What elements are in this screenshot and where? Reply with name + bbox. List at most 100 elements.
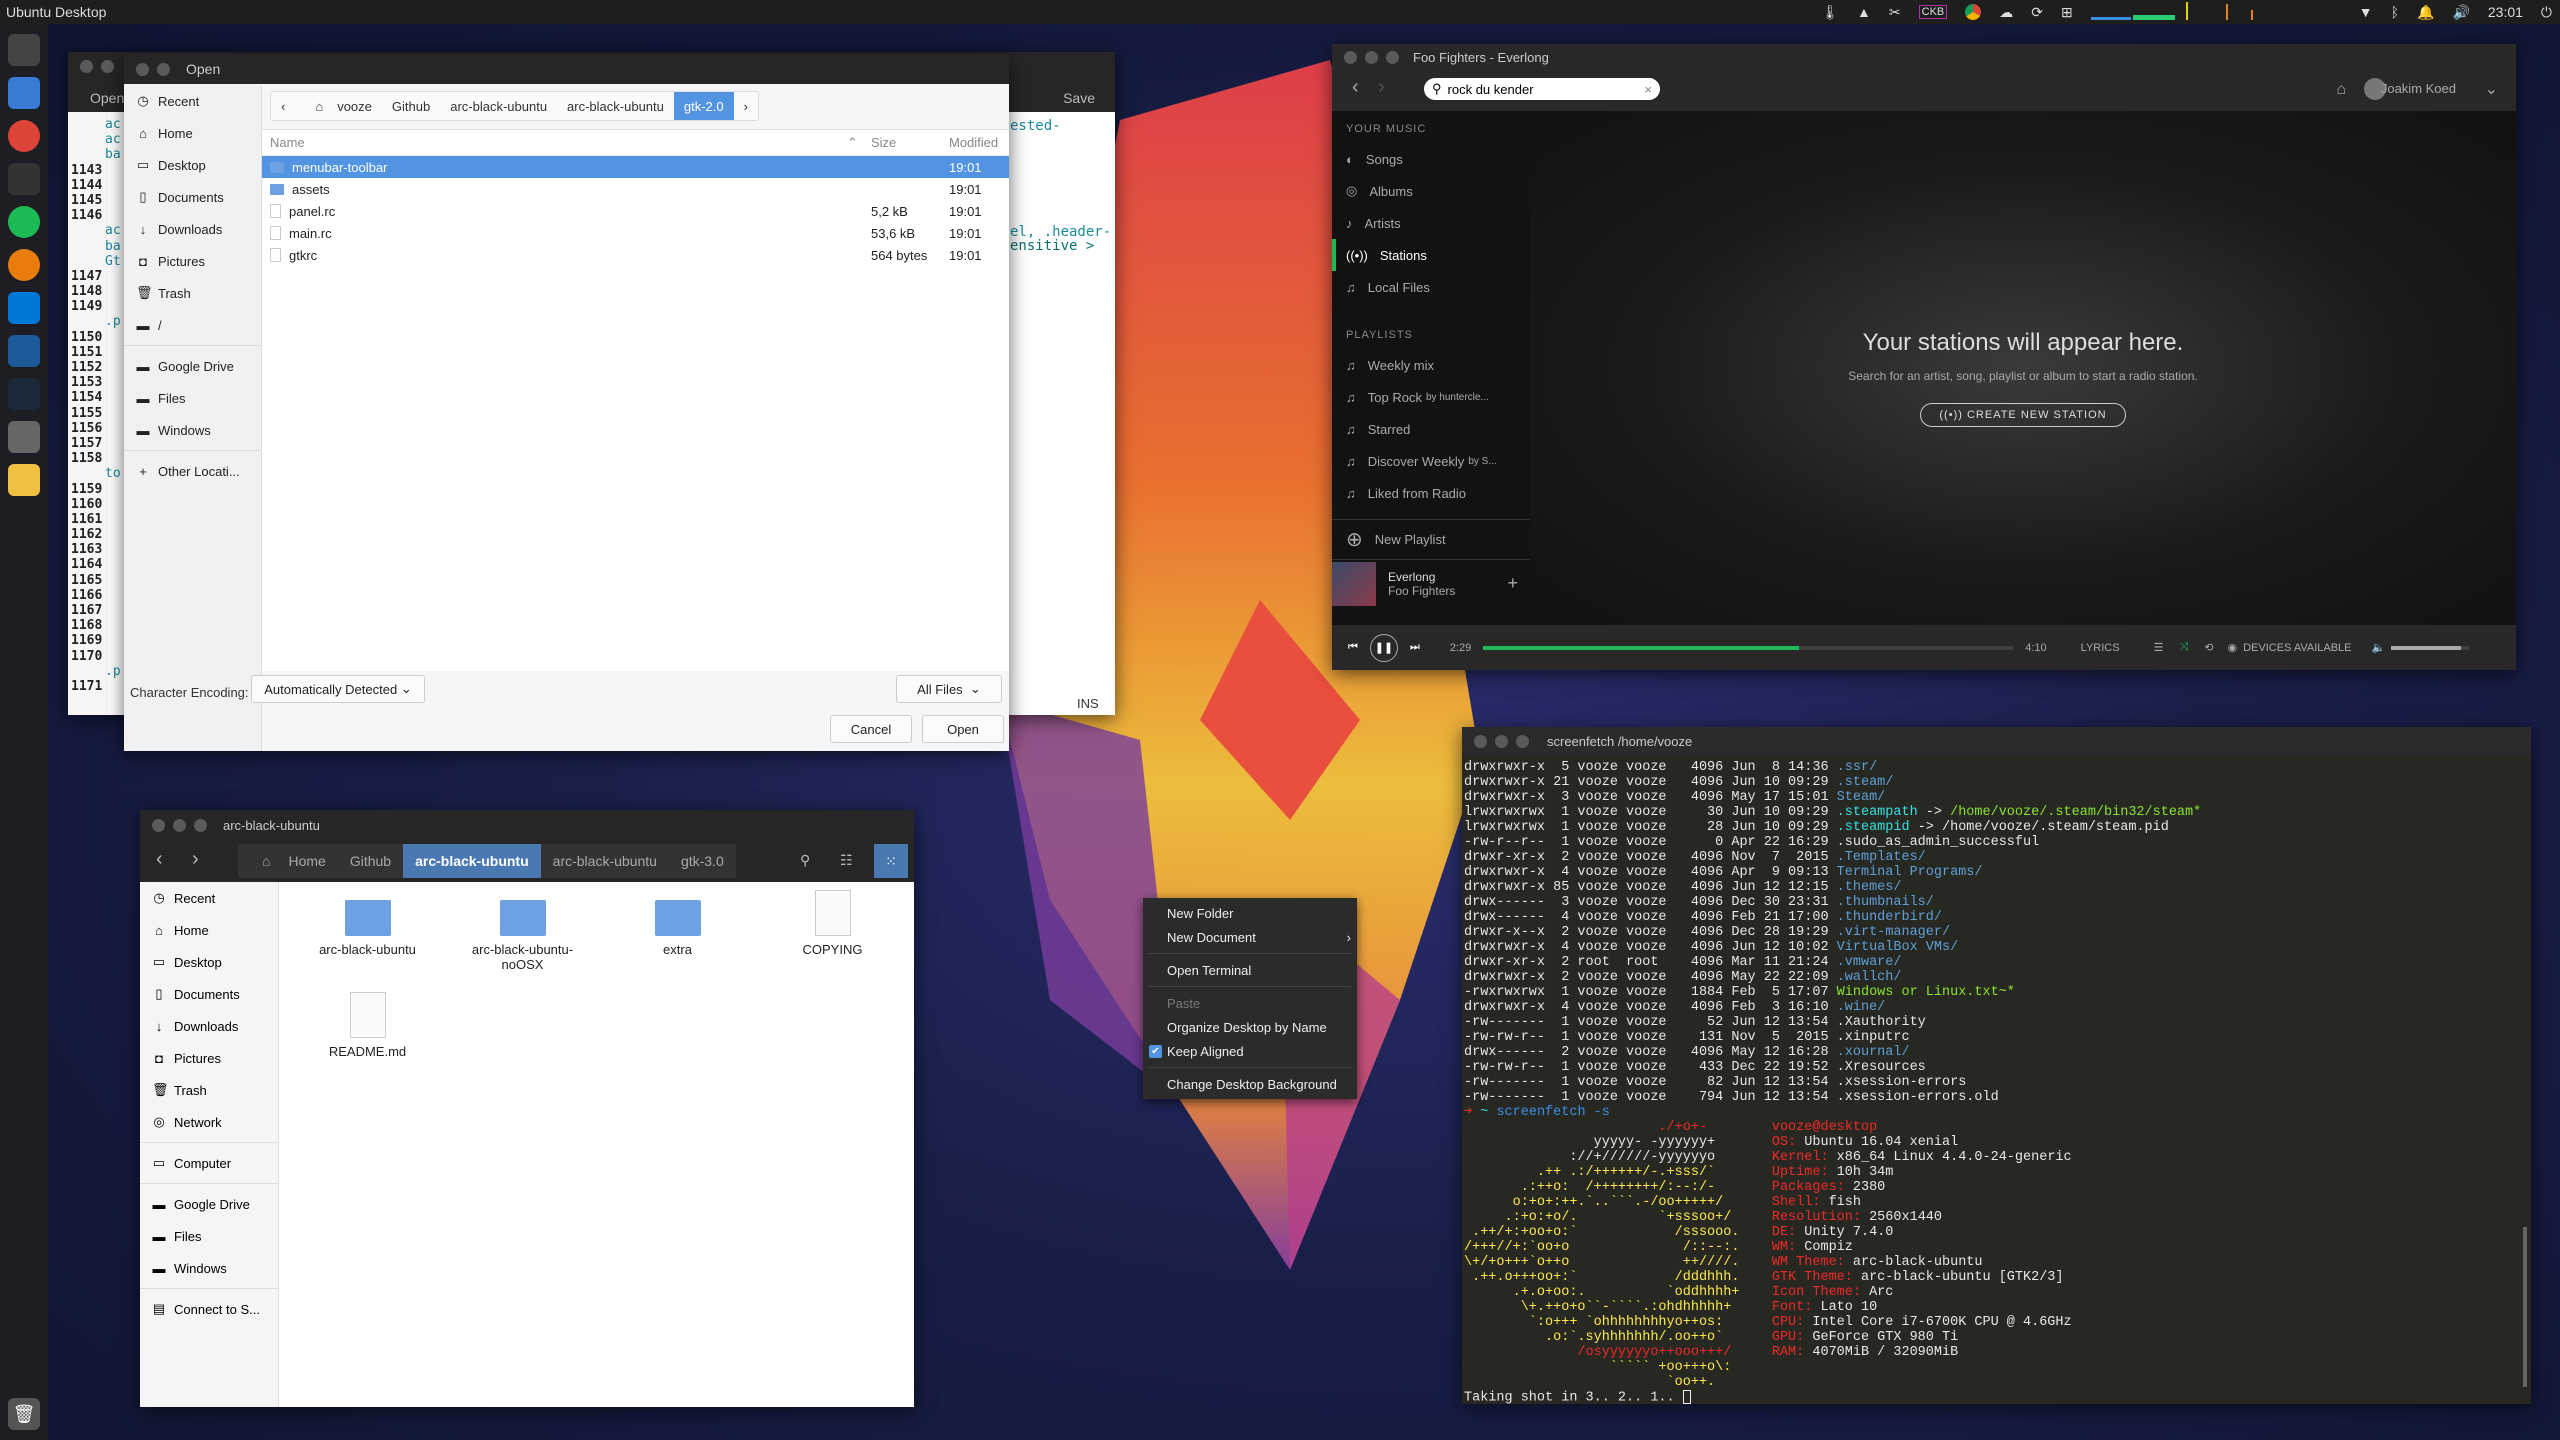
file-item[interactable]: extra [600, 890, 755, 972]
launcher-windows-icon[interactable] [8, 292, 40, 324]
path-segment[interactable]: Github [338, 844, 403, 878]
menu-item[interactable]: Open Terminal [1143, 958, 1357, 982]
files-window[interactable]: arc-black-ubuntu ‹ › ⌂ Home Github arc-blac… [140, 810, 914, 1407]
spotify-window[interactable]: Foo Fighters - Everlong ‹ › ⚲ rock du ken… [1332, 44, 2516, 670]
launcher-terminal-icon[interactable] [8, 163, 40, 195]
forward-icon[interactable]: › [192, 848, 199, 871]
sidebar-item[interactable]: ▬ / [124, 309, 261, 341]
clock[interactable]: 23:01 [2488, 4, 2523, 20]
launcher-chrome-icon[interactable] [8, 120, 40, 152]
sidebar-item-local-files[interactable]: ♫ Local Files [1332, 271, 1530, 303]
sidebar-item[interactable]: ▯ Documents [124, 181, 261, 213]
path-segment[interactable]: arc-black-ubuntu [440, 92, 557, 120]
repeat-icon[interactable]: ⟲ [2204, 641, 2213, 654]
clear-search-icon[interactable]: × [1644, 82, 1652, 97]
file-row[interactable]: panel.rc 5,2 kB 19:01 [262, 200, 1009, 222]
pause-button[interactable]: ❚❚ [1369, 633, 1398, 662]
playlist-item[interactable]: ♫ Liked from Radio [1332, 477, 1530, 509]
next-track-icon[interactable]: ⏭ [1410, 641, 1420, 654]
maximize-button[interactable] [1386, 50, 1399, 64]
sidebar-item[interactable]: ▤ Connect to S... [140, 1293, 278, 1325]
editor-save-button[interactable]: Save [1063, 90, 1095, 106]
terminal-window[interactable]: screenfetch /home/vooze drwxrwxr-x 5 voo… [1462, 727, 2531, 1405]
volume-icon[interactable]: 🔈 [2372, 641, 2386, 654]
playlist-item[interactable]: ♫ Weekly mix [1332, 349, 1530, 381]
sidebar-item[interactable]: ◷ Recent [124, 85, 261, 117]
maximize-button[interactable] [194, 818, 207, 832]
minimize-button[interactable] [101, 60, 114, 73]
open-file-dialog[interactable]: Open ◷ Recent ⌂ Home ▭ Desktop ▯ Documents ↓ Down… [124, 54, 1009, 751]
sidebar-item[interactable]: ⌂ Home [124, 117, 261, 149]
file-item[interactable]: arc-black-ubuntu-noOSX [445, 890, 600, 972]
file-row[interactable]: menubar-toolbar 19:01 [262, 156, 1009, 178]
devices-icon[interactable]: ◉ [2227, 641, 2237, 654]
notifications-icon[interactable]: ⌂ [2336, 81, 2346, 99]
sidebar-item[interactable]: ◎ Network [140, 1106, 278, 1138]
sidebar-item[interactable]: ◷ Recent [140, 882, 278, 914]
sidebar-item[interactable]: 🗑 Trash [140, 1074, 278, 1106]
sidebar-item[interactable]: ⌂ Home [140, 914, 278, 946]
now-playing[interactable]: Everlong Foo Fighters + [1332, 559, 1530, 607]
path-back-button[interactable]: ‹ [271, 92, 295, 120]
path-segment[interactable]: Github [382, 92, 440, 120]
previous-track-icon[interactable]: ⏮ [1348, 641, 1358, 654]
minimize-button[interactable] [1495, 734, 1508, 748]
sort-ascending-icon[interactable]: ⌃ [847, 135, 871, 151]
maximize-button[interactable] [1516, 734, 1529, 748]
sync-icon[interactable]: ⟳ [2031, 4, 2043, 21]
search-icon[interactable]: ⚲ [800, 852, 810, 869]
open-button[interactable]: Open [922, 715, 1004, 743]
artist-name[interactable]: Foo Fighters [1388, 584, 1495, 598]
playlist-item[interactable]: ♫ Top Rock by huntercle... [1332, 381, 1530, 413]
volume-slider[interactable] [2391, 645, 2470, 650]
user-name[interactable]: Joakim Koed [2381, 81, 2456, 96]
menu-item[interactable]: ✔ Keep Aligned [1143, 1039, 1357, 1063]
package-icon[interactable]: ⊞ [2061, 4, 2073, 21]
terminal-output[interactable]: drwxrwxr-x 5 vooze vooze 4096 Jun 8 14:3… [1462, 755, 2531, 1411]
sidebar-item[interactable]: 🗑 Trash [124, 277, 261, 309]
temperature-icon[interactable]: 🌡 [1821, 4, 1839, 21]
keyboard-layout-indicator[interactable]: CKB [1918, 5, 1948, 19]
bluetooth-icon[interactable]: ᛒ [2391, 4, 2399, 20]
path-segment[interactable]: ⌂ vooze [295, 92, 382, 120]
search-input[interactable]: ⚲ rock du kender × [1424, 78, 1660, 100]
queue-icon[interactable]: ☰ [2154, 641, 2164, 654]
path-segment[interactable]: arc-black-ubuntu [403, 844, 541, 878]
google-drive-icon[interactable]: ▲ [1857, 4, 1871, 20]
close-button[interactable] [136, 62, 149, 76]
close-button[interactable] [1474, 734, 1487, 748]
minimize-button[interactable] [173, 818, 186, 832]
menu-item[interactable]: Paste [1143, 991, 1357, 1015]
file-row[interactable]: main.rc 53,6 kB 19:01 [262, 222, 1009, 244]
back-icon[interactable]: ‹ [1352, 76, 1359, 99]
column-modified[interactable]: Modified [949, 135, 1009, 150]
menu-item[interactable]: New Folder [1143, 901, 1357, 925]
column-name[interactable]: Name [262, 135, 847, 150]
sidebar-item[interactable]: ▬ Google Drive [124, 350, 261, 382]
playlist-item[interactable]: ♫ Discover Weekly by S... [1332, 445, 1530, 477]
file-filter-dropdown[interactable]: All Files ⌄ [896, 675, 1002, 703]
notification-bell-icon[interactable]: 🔔 [2417, 4, 2434, 21]
back-icon[interactable]: ‹ [156, 848, 163, 871]
sidebar-item[interactable]: ▭ Computer [140, 1147, 278, 1179]
terminal-scrollbar[interactable] [2523, 1227, 2527, 1387]
sidebar-item[interactable]: ▯ Documents [140, 978, 278, 1010]
add-icon[interactable]: + [1507, 573, 1518, 594]
grid-view-button[interactable]: ⁙ [874, 844, 908, 878]
sidebar-item-artists[interactable]: ♪ Artists [1332, 207, 1530, 239]
file-item[interactable]: README.md [290, 992, 445, 1059]
launcher-steam-icon[interactable] [8, 378, 40, 410]
close-button[interactable] [1344, 50, 1357, 64]
path-segment[interactable]: ⌂ Home [238, 844, 338, 878]
path-segment[interactable]: gtk-2.0 [673, 92, 734, 120]
playlist-item[interactable]: ♫ Starred [1332, 413, 1530, 445]
cloud-icon[interactable]: ☁ [1999, 4, 2013, 21]
launcher-text-editor-icon[interactable] [8, 464, 40, 496]
cancel-button[interactable]: Cancel [830, 715, 912, 743]
launcher-spotify-icon[interactable] [8, 206, 40, 238]
progress-slider[interactable] [1483, 645, 2014, 650]
chrome-icon[interactable] [1965, 4, 1982, 20]
sidebar-item[interactable]: ↓ Downloads [124, 213, 261, 245]
launcher-printer-icon[interactable] [8, 421, 40, 453]
launcher-blender-icon[interactable] [8, 249, 40, 281]
